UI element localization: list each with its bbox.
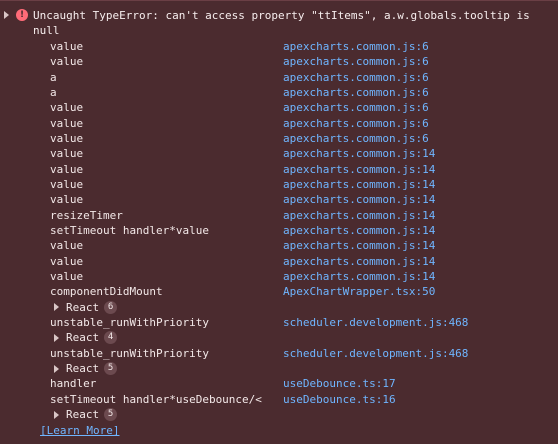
frame-group-toggle[interactable]: React 4 <box>54 330 118 345</box>
stack-frame-source-link[interactable]: scheduler.development.js:468 <box>283 346 468 361</box>
stack-frame: value apexcharts.common.js:6 <box>0 116 558 131</box>
frame-count-badge: 4 <box>104 331 118 345</box>
stack-frame-function: value <box>50 147 84 161</box>
frame-group-toggle[interactable]: React 5 <box>54 407 118 422</box>
expand-arrow-icon[interactable] <box>54 303 59 312</box>
stack-frame: value apexcharts.common.js:14 <box>0 162 558 177</box>
error-header[interactable]: ! Uncaught TypeError: can't access prope… <box>0 8 558 38</box>
stack-frame-source-link[interactable]: useDebounce.ts:17 <box>283 376 396 391</box>
expand-arrow-icon[interactable] <box>54 333 59 342</box>
stack-frame: value apexcharts.common.js:14 <box>0 238 558 253</box>
stack-frame-source-link[interactable]: apexcharts.common.js:6 <box>283 39 429 54</box>
stack-frame-function: value <box>50 254 84 268</box>
expand-arrow-icon[interactable] <box>54 410 59 419</box>
stack-frame-source-link[interactable]: apexcharts.common.js:14 <box>283 254 435 269</box>
stack-frame-source-link[interactable]: apexcharts.common.js:14 <box>283 177 435 192</box>
console-error-panel: ! Uncaught TypeError: can't access prope… <box>0 0 558 444</box>
expand-arrow-icon[interactable] <box>54 364 59 373</box>
stack-frame: value apexcharts.common.js:6 <box>0 100 558 115</box>
stack-frame-function: value <box>50 40 84 53</box>
stack-frame: value apexcharts.common.js:6 <box>0 39 558 54</box>
stack-frame-function: value <box>50 177 84 191</box>
stack-trace: value apexcharts.common.js:6 value apexchar… <box>0 39 558 422</box>
collapsed-frame-group[interactable]: React 5 <box>0 361 558 376</box>
collapsed-frame-group[interactable]: React 5 <box>0 407 558 422</box>
stack-frame-function: value <box>50 55 84 69</box>
stack-frame-source-link[interactable]: apexcharts.common.js:6 <box>283 116 429 131</box>
stack-frame-function: value <box>50 131 84 145</box>
stack-frame: value apexcharts.common.js:14 <box>0 177 558 192</box>
stack-frame-source-link[interactable]: apexcharts.common.js:14 <box>283 238 435 253</box>
stack-frame-source-link[interactable]: apexcharts.common.js:6 <box>283 70 429 85</box>
stack-frame-function: resizeTimer <box>50 208 123 222</box>
stack-frame: value apexcharts.common.js:6 <box>0 131 558 146</box>
stack-frame-source-link[interactable]: apexcharts.common.js:14 <box>283 192 435 207</box>
stack-frame-source-link[interactable]: ApexChartWrapper.tsx:50 <box>283 284 435 299</box>
stack-frame: value apexcharts.common.js:14 <box>0 192 558 207</box>
stack-frame-function: value <box>50 162 84 176</box>
stack-frame: a apexcharts.common.js:6 <box>0 85 558 100</box>
stack-frame-function: a <box>50 85 57 99</box>
stack-frame: value apexcharts.common.js:6 <box>0 54 558 69</box>
stack-frame: value apexcharts.common.js:14 <box>0 254 558 269</box>
frame-group-label: React <box>66 331 100 345</box>
frame-count-badge: 5 <box>104 408 118 422</box>
stack-frame-source-link[interactable]: apexcharts.common.js:6 <box>283 100 429 115</box>
stack-frame-function: componentDidMount <box>50 285 163 299</box>
stack-frame-function: value <box>50 269 84 283</box>
frame-count-badge: 6 <box>104 300 118 314</box>
stack-frame: unstable_runWithPriority scheduler.develo… <box>0 346 558 361</box>
stack-frame-function: value <box>50 116 84 130</box>
stack-frame: value apexcharts.common.js:14 <box>0 146 558 161</box>
frame-count-badge: 5 <box>104 362 118 376</box>
stack-frame-source-link[interactable]: apexcharts.common.js:6 <box>283 131 429 146</box>
stack-frame-source-link[interactable]: apexcharts.common.js:14 <box>283 269 435 284</box>
stack-frame-function: handler <box>50 377 97 391</box>
stack-frame: setTimeout handler*useDebounce/< useDebou… <box>0 392 558 407</box>
stack-frame: unstable_runWithPriority scheduler.develo… <box>0 315 558 330</box>
collapsed-frame-group[interactable]: React 4 <box>0 330 558 345</box>
stack-frame-function: value <box>50 101 84 115</box>
stack-frame-function: value <box>50 193 84 207</box>
stack-frame-function: unstable_runWithPriority <box>50 346 209 360</box>
stack-frame-function: a <box>50 70 57 84</box>
error-icon: ! <box>16 9 28 21</box>
stack-frame: resizeTimer apexcharts.common.js:14 <box>0 208 558 223</box>
learn-more-link[interactable]: [Learn More] <box>40 423 119 438</box>
stack-frame-source-link[interactable]: apexcharts.common.js:6 <box>283 54 429 69</box>
frame-group-label: React <box>66 300 100 314</box>
stack-frame: value apexcharts.common.js:14 <box>0 269 558 284</box>
stack-frame-source-link[interactable]: apexcharts.common.js:14 <box>283 208 435 223</box>
stack-frame: componentDidMount ApexChartWrapper.tsx:50 <box>0 284 558 299</box>
error-message: Uncaught TypeError: can't access propert… <box>33 9 530 37</box>
stack-frame-source-link[interactable]: apexcharts.common.js:14 <box>283 146 435 161</box>
stack-frame: handler useDebounce.ts:17 <box>0 376 558 391</box>
stack-frame-function: setTimeout handler*useDebounce/< <box>50 392 262 406</box>
stack-frame-source-link[interactable]: apexcharts.common.js:14 <box>283 162 435 177</box>
collapsed-frame-group[interactable]: React 6 <box>0 300 558 315</box>
frame-group-toggle[interactable]: React 6 <box>54 300 118 315</box>
stack-frame-function: value <box>50 239 84 253</box>
stack-frame: setTimeout handler*value apexcharts.commo… <box>0 223 558 238</box>
stack-frame-source-link[interactable]: apexcharts.common.js:6 <box>283 85 429 100</box>
expand-arrow-icon[interactable] <box>4 11 9 19</box>
stack-frame-source-link[interactable]: useDebounce.ts:16 <box>283 392 396 407</box>
stack-frame-function: unstable_runWithPriority <box>50 315 209 329</box>
frame-group-label: React <box>66 361 100 375</box>
stack-frame-source-link[interactable]: apexcharts.common.js:14 <box>283 223 435 238</box>
stack-frame-source-link[interactable]: scheduler.development.js:468 <box>283 315 468 330</box>
frame-group-label: React <box>66 407 100 421</box>
frame-group-toggle[interactable]: React 5 <box>54 361 118 376</box>
stack-frame: a apexcharts.common.js:6 <box>0 70 558 85</box>
stack-frame-function: setTimeout handler*value <box>50 223 209 237</box>
